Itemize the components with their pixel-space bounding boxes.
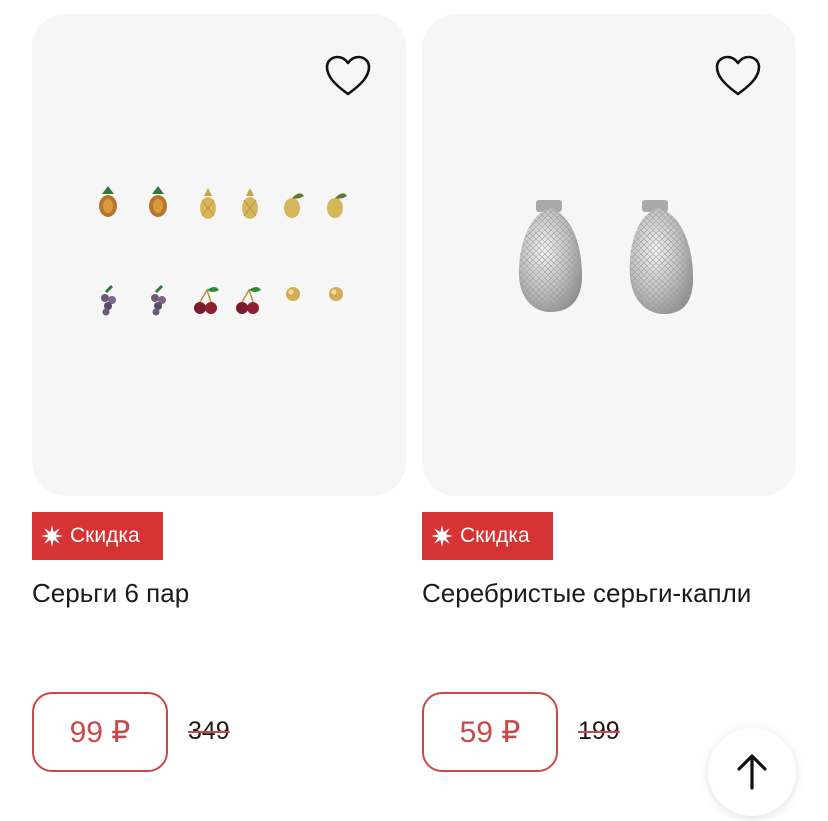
badge-label: Скидка: [460, 524, 530, 547]
current-price: 59 ₽: [422, 692, 558, 772]
favorite-button[interactable]: [712, 50, 764, 102]
product-title[interactable]: Серебристые серьги-капли: [422, 576, 751, 610]
favorite-button[interactable]: [322, 50, 374, 102]
heart-icon: [715, 55, 761, 96]
sparkle-icon: [41, 525, 63, 547]
product-card[interactable]: Скидка Серьги 6 пар 99 ₽ 349: [32, 14, 408, 821]
product-image[interactable]: [422, 14, 796, 496]
product-title[interactable]: Серьги 6 пар: [32, 576, 189, 610]
scroll-to-top-button[interactable]: [708, 728, 796, 816]
product-card[interactable]: Скидка Серебристые серьги-капли 59 ₽ 199: [422, 14, 798, 821]
badge-label: Скидка: [70, 524, 140, 547]
product-image[interactable]: [32, 14, 406, 496]
old-price: 199: [578, 717, 620, 745]
current-price: 99 ₽: [32, 692, 168, 772]
old-price: 349: [188, 717, 230, 745]
arrow-up-icon: [737, 754, 767, 790]
heart-icon: [325, 55, 371, 96]
sparkle-icon: [431, 525, 453, 547]
discount-badge: Скидка: [422, 512, 553, 560]
discount-badge: Скидка: [32, 512, 163, 560]
